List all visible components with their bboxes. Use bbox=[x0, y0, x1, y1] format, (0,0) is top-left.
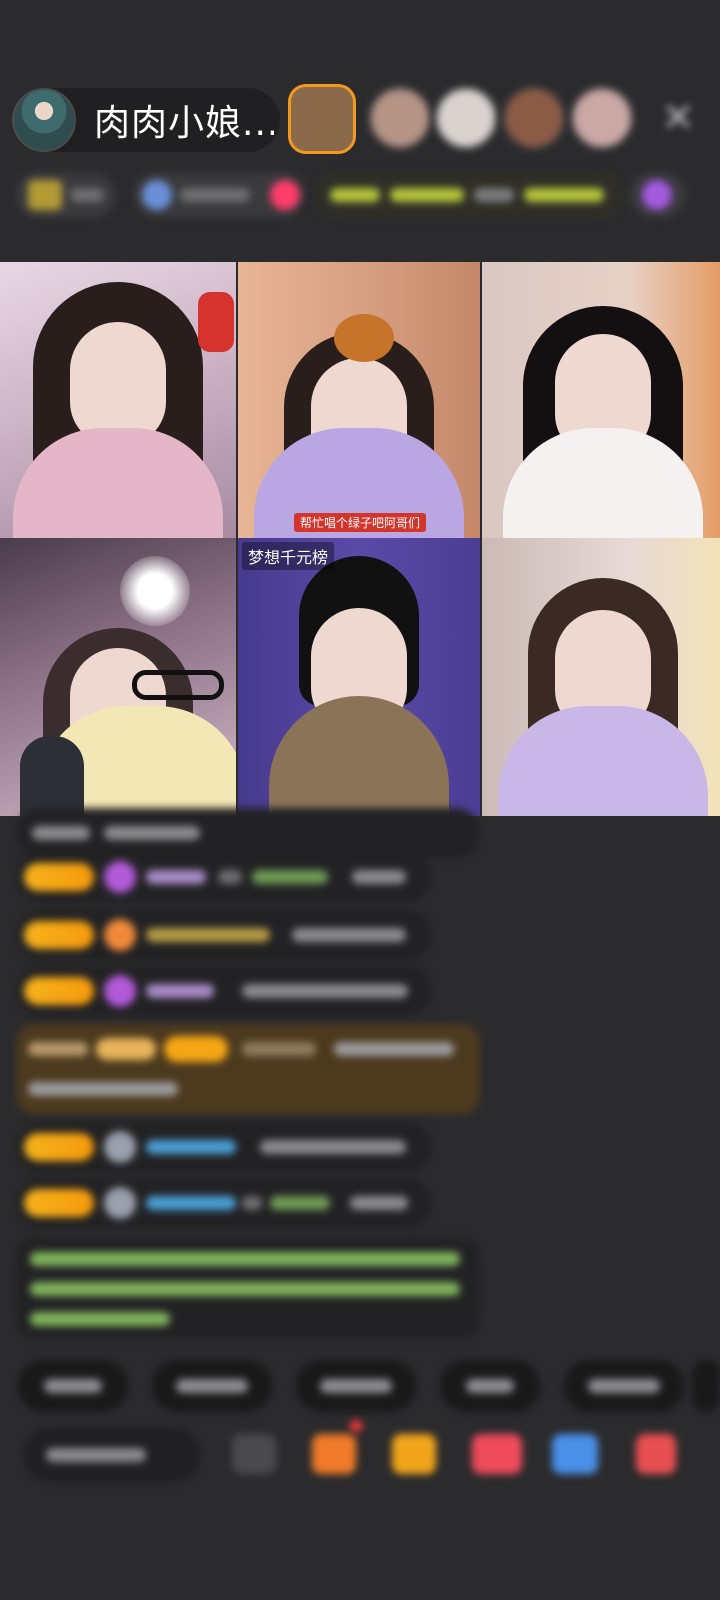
host-name: 肉肉小娘... bbox=[94, 103, 274, 144]
gift-box-icon[interactable] bbox=[392, 1434, 436, 1474]
chat-announcement bbox=[16, 1238, 480, 1338]
gift-icon[interactable] bbox=[630, 172, 686, 218]
close-icon[interactable]: ✕ bbox=[656, 96, 700, 140]
quick-reply-chip[interactable] bbox=[440, 1360, 540, 1412]
rank-badge[interactable] bbox=[16, 172, 116, 218]
microphone bbox=[20, 736, 84, 816]
tile-label: 梦想千元榜 bbox=[242, 542, 335, 570]
viewer-avatar[interactable] bbox=[570, 86, 634, 150]
chat-message[interactable] bbox=[16, 966, 432, 1016]
quick-reply-chip[interactable] bbox=[18, 1360, 128, 1412]
viewer-avatar[interactable] bbox=[502, 86, 566, 150]
gift-icon[interactable] bbox=[636, 1434, 676, 1474]
stats-row bbox=[16, 172, 706, 218]
comment-input[interactable] bbox=[24, 1428, 200, 1482]
video-tile[interactable]: 梦想千元榜 bbox=[238, 538, 480, 816]
chat-message[interactable] bbox=[16, 852, 432, 902]
quick-reply-chip[interactable] bbox=[692, 1360, 720, 1412]
chat-system-message bbox=[16, 808, 480, 858]
video-tile[interactable] bbox=[482, 262, 720, 538]
host-avatar[interactable] bbox=[12, 88, 76, 152]
shop-icon[interactable] bbox=[312, 1434, 356, 1474]
heart-icon[interactable] bbox=[472, 1434, 522, 1474]
video-tile[interactable] bbox=[0, 262, 236, 538]
host-info-pill[interactable]: 肉肉小娘... bbox=[12, 88, 280, 152]
video-tile[interactable] bbox=[482, 538, 720, 816]
notification-dot bbox=[350, 1420, 362, 1432]
popularity-badge[interactable] bbox=[134, 172, 304, 218]
chat-message[interactable] bbox=[16, 1178, 432, 1228]
quick-reply-chip[interactable] bbox=[564, 1360, 684, 1412]
caption-tag: 帮忙唱个绿子吧阿哥们 bbox=[294, 513, 427, 532]
chat-message[interactable] bbox=[16, 910, 432, 960]
ring-light bbox=[120, 556, 190, 626]
quick-reply-chip[interactable] bbox=[152, 1360, 272, 1412]
chat-highlight-message[interactable] bbox=[16, 1024, 480, 1114]
emoji-icon[interactable] bbox=[232, 1434, 276, 1474]
quick-reply-chips bbox=[18, 1360, 720, 1412]
top-viewer-avatar[interactable] bbox=[288, 84, 356, 154]
hair-accessory bbox=[334, 314, 394, 362]
glasses bbox=[132, 670, 224, 700]
video-tile[interactable]: 帮忙唱个绿子吧阿哥们 bbox=[238, 262, 480, 538]
viewer-avatar[interactable] bbox=[368, 86, 432, 150]
share-icon[interactable] bbox=[552, 1434, 598, 1474]
marquee-banner[interactable] bbox=[314, 172, 624, 218]
video-tile[interactable] bbox=[0, 538, 236, 816]
quick-reply-chip[interactable] bbox=[296, 1360, 416, 1412]
viewer-avatar[interactable] bbox=[434, 86, 498, 150]
mascot-sticker bbox=[198, 292, 234, 352]
chat-message[interactable] bbox=[16, 1122, 432, 1172]
video-grid: 帮忙唱个绿子吧阿哥们 梦想千元榜 bbox=[0, 262, 720, 816]
